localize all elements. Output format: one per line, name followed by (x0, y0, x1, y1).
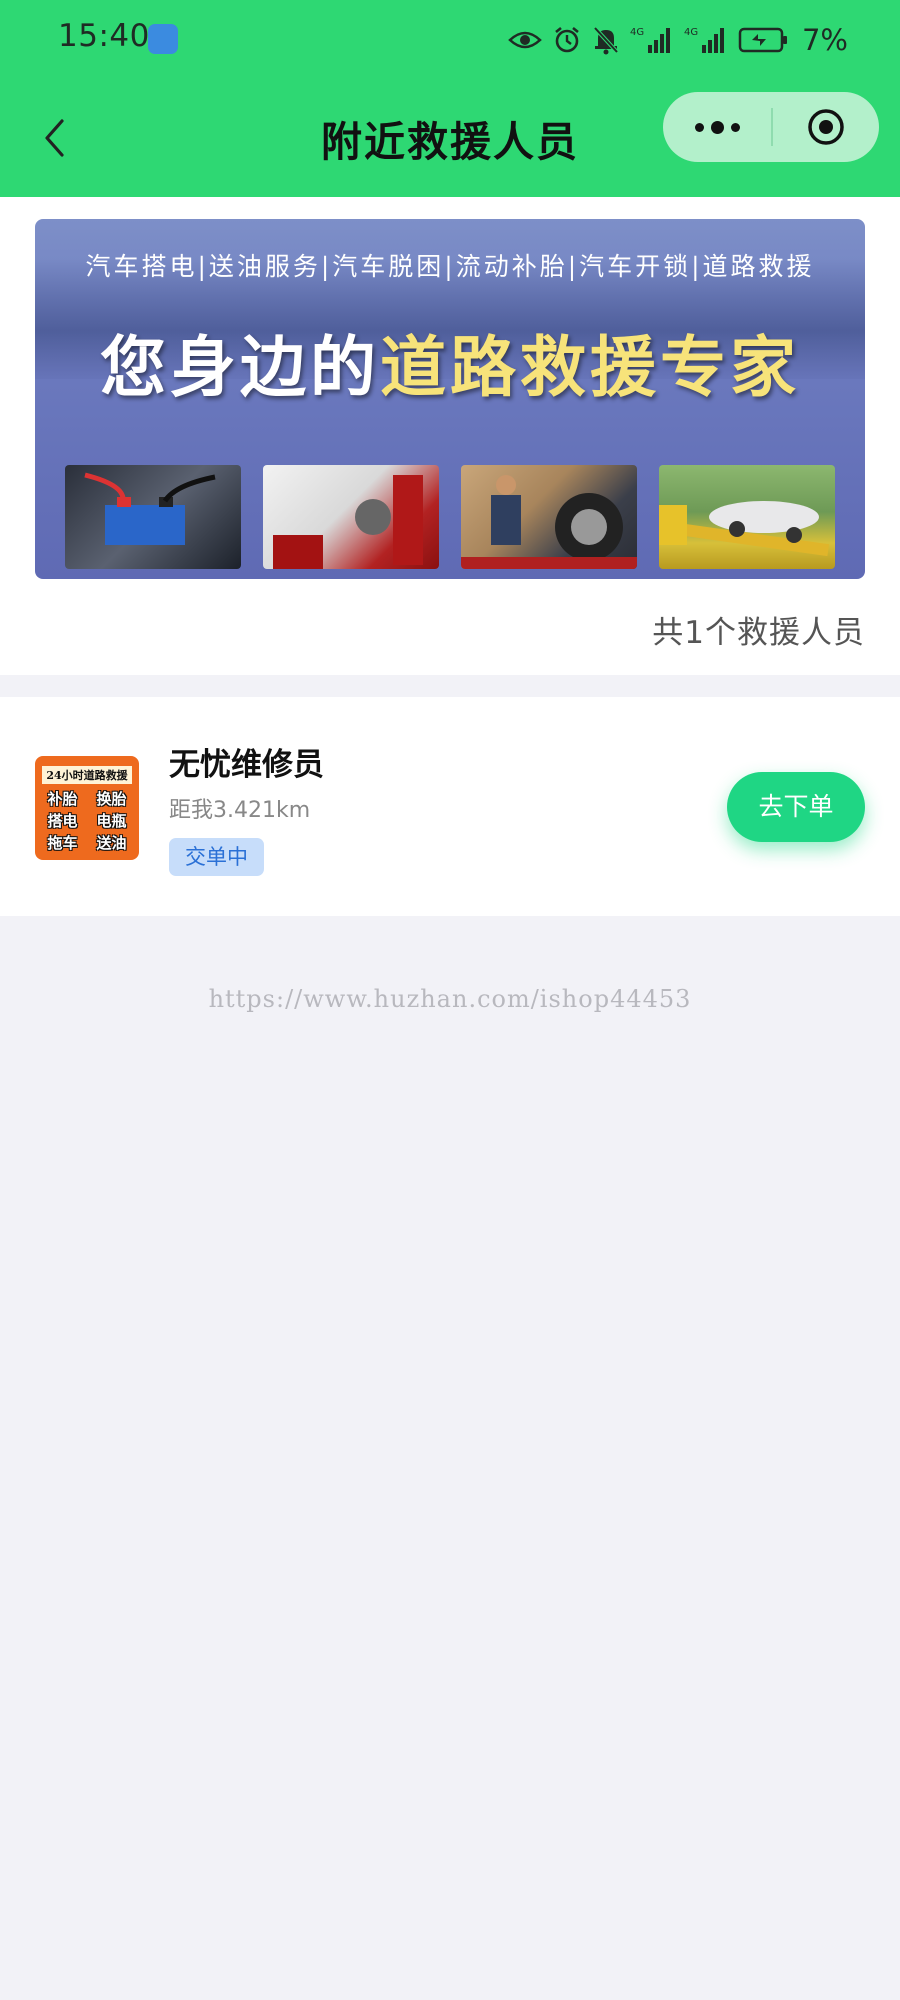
avatar-service: 拖车 (47, 834, 78, 852)
avatar-service: 送油 (96, 834, 127, 852)
nav-bar: 附近救援人员 (0, 80, 900, 197)
place-order-button[interactable]: 去下单 (727, 772, 865, 842)
close-button[interactable] (773, 92, 879, 162)
rescuer-name: 无忧维修员 (169, 747, 324, 783)
banner-slogan: 您身边的道路救援专家 (35, 314, 865, 410)
rescuer-card[interactable]: 24小时道路救援 补胎 换胎 搭电 电瓶 拖车 送油 无忧维修员 距我3.421… (0, 697, 900, 916)
slogan-white: 您身边的 (100, 328, 380, 406)
close-target-icon (808, 109, 844, 145)
signal-icon: 4G (630, 27, 670, 53)
avatar-service: 换胎 (96, 790, 127, 808)
rescuer-distance: 距我3.421km (169, 798, 311, 823)
rescuer-count: 共1个救援人员 (652, 615, 865, 651)
banner-services: 汽车搭电|送油服务|汽车脱困|流动补胎|汽车开锁|道路救援 (85, 252, 815, 281)
banner-section: 汽车搭电|送油服务|汽车脱困|流动补胎|汽车开锁|道路救援 您身边的道路救援专家 (0, 197, 900, 675)
svg-text:4G: 4G (684, 27, 698, 38)
app-notification-icon (148, 24, 178, 54)
mini-program-capsule (663, 92, 879, 162)
banner-photos (65, 465, 835, 571)
slogan-yellow: 道路救援专家 (380, 328, 800, 406)
fuel-delivery-photo (263, 465, 439, 569)
tow-truck-photo (659, 465, 835, 569)
status-icons: 4G 4G 7% (508, 22, 848, 58)
status-time: 15:40 (58, 18, 150, 54)
eye-icon (508, 31, 542, 49)
more-button[interactable] (663, 92, 771, 162)
svg-text:4G: 4G (630, 27, 644, 38)
tire-repair-photo (461, 465, 637, 569)
status-bar: 15:40 4G 4G 7% (0, 0, 900, 80)
avatar-service: 搭电 (47, 812, 78, 830)
avatar-service: 补胎 (47, 790, 78, 808)
avatar: 24小时道路救援 补胎 换胎 搭电 电瓶 拖车 送油 (35, 756, 139, 860)
promo-banner[interactable]: 汽车搭电|送油服务|汽车脱困|流动补胎|汽车开锁|道路救援 您身边的道路救援专家 (35, 219, 865, 579)
avatar-services: 补胎 换胎 搭电 电瓶 拖车 送油 (41, 788, 133, 853)
avatar-title: 24小时道路救援 (42, 766, 132, 784)
more-dot-center (710, 120, 724, 134)
battery-percent: 7% (801, 23, 848, 57)
status-badge: 交单中 (169, 838, 264, 876)
avatar-service: 电瓶 (96, 812, 127, 830)
more-dot-right (730, 122, 740, 132)
bell-off-icon (593, 26, 619, 55)
header: 15:40 4G 4G 7% 附近救援人员 (0, 0, 900, 197)
jump-start-photo (65, 465, 241, 569)
more-dots-icon (694, 122, 704, 132)
watermark: https://www.huzhan.com/ishop44453 (208, 985, 692, 1013)
battery-icon (738, 27, 787, 53)
alarm-icon (555, 26, 579, 53)
signal-icon-2: 4G (684, 27, 724, 53)
